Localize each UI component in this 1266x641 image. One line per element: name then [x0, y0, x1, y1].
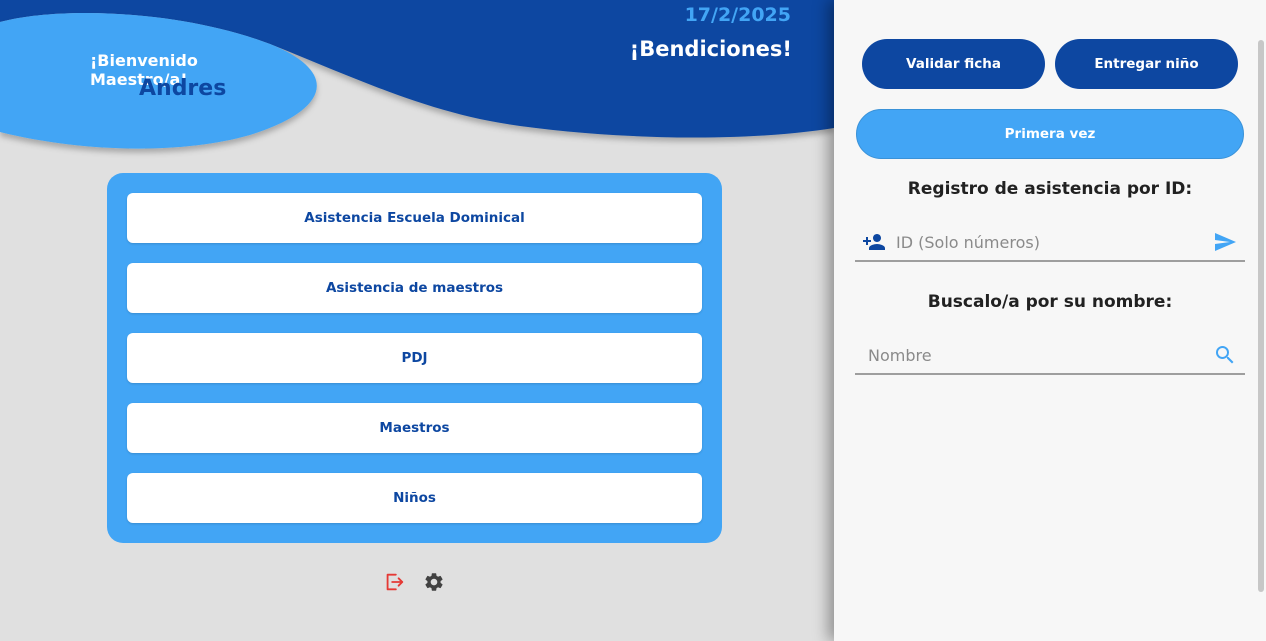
first-time-button[interactable]: Primera vez [856, 109, 1244, 159]
teacher-name: Andres [139, 76, 227, 101]
menu-children-button[interactable]: Niños [127, 473, 702, 523]
send-icon[interactable] [1213, 230, 1237, 254]
attendance-panel: Validar ficha Entregar niño Primera vez … [834, 0, 1266, 641]
menu-sunday-school-attendance-button[interactable]: Asistencia Escuela Dominical [127, 193, 702, 243]
footer-actions [383, 571, 445, 593]
menu-pdj-button[interactable]: PDJ [127, 333, 702, 383]
current-date: 17/2/2025 [684, 4, 791, 26]
panel-scrollbar[interactable] [1258, 40, 1264, 592]
main-menu: Asistencia Escuela Dominical Asistencia … [107, 173, 722, 543]
id-field [855, 220, 1245, 262]
id-input[interactable] [894, 228, 1198, 256]
name-field [855, 333, 1245, 375]
search-icon[interactable] [1213, 343, 1237, 367]
validate-card-button[interactable]: Validar ficha [862, 39, 1045, 89]
deliver-child-button[interactable]: Entregar niño [1055, 39, 1238, 89]
id-section-title: Registro de asistencia por ID: [907, 179, 1193, 199]
menu-teachers-button[interactable]: Maestros [127, 403, 702, 453]
name-search-input[interactable] [866, 341, 1200, 369]
blessing-text: ¡Bendiciones! [629, 37, 792, 61]
person-add-icon [862, 230, 886, 254]
logout-icon[interactable] [383, 571, 405, 593]
menu-teacher-attendance-button[interactable]: Asistencia de maestros [127, 263, 702, 313]
name-section-title: Buscalo/a por su nombre: [927, 292, 1173, 312]
gear-icon[interactable] [423, 571, 445, 593]
